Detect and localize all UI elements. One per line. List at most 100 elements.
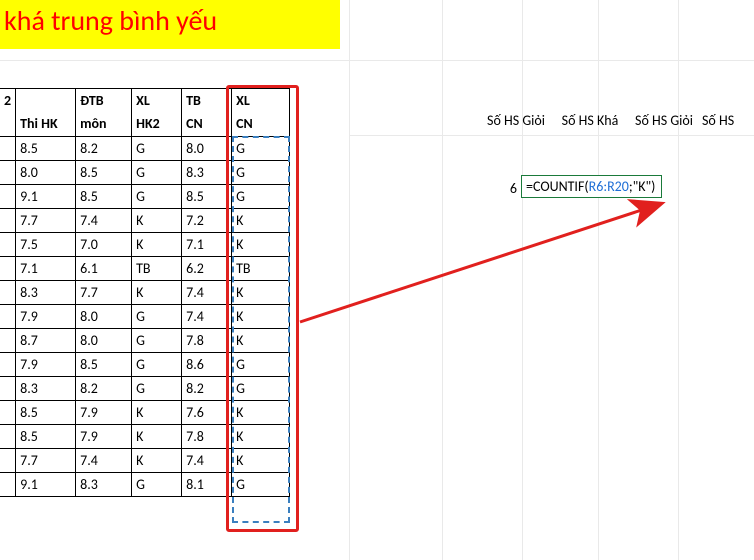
cell[interactable]: 8.0 <box>76 329 132 353</box>
cell[interactable] <box>0 353 16 377</box>
cell[interactable]: K <box>132 233 182 257</box>
cell[interactable]: G <box>132 305 182 329</box>
cell[interactable] <box>0 305 16 329</box>
cell[interactable]: 7.1 <box>16 257 76 281</box>
cell[interactable]: K <box>232 281 290 305</box>
cell[interactable]: 8.0 <box>16 161 76 185</box>
table-row: 8.38.2G8.2G <box>0 377 290 401</box>
cell[interactable]: G <box>132 473 182 497</box>
cell[interactable]: G <box>132 377 182 401</box>
cell[interactable]: 7.6 <box>182 401 232 425</box>
cell[interactable]: 8.3 <box>16 281 76 305</box>
cell[interactable]: 8.6 <box>182 353 232 377</box>
cell[interactable]: 7.7 <box>16 449 76 473</box>
cell[interactable]: G <box>232 473 290 497</box>
cell[interactable]: K <box>132 401 182 425</box>
cell[interactable]: 7.4 <box>182 281 232 305</box>
cell[interactable] <box>0 257 16 281</box>
cell[interactable]: 7.7 <box>76 281 132 305</box>
cell[interactable]: 7.9 <box>16 305 76 329</box>
cell[interactable]: G <box>132 185 182 209</box>
cell[interactable]: G <box>232 353 290 377</box>
cell[interactable] <box>0 425 16 449</box>
cell[interactable] <box>0 449 16 473</box>
cell[interactable]: K <box>232 449 290 473</box>
cell[interactable]: K <box>132 425 182 449</box>
cell[interactable]: 7.7 <box>16 209 76 233</box>
table-row: 7.77.4K7.2K <box>0 209 290 233</box>
cell[interactable]: 8.5 <box>76 185 132 209</box>
cell[interactable]: 8.5 <box>182 185 232 209</box>
cell[interactable]: G <box>132 329 182 353</box>
cell[interactable]: 7.4 <box>182 449 232 473</box>
cell[interactable]: G <box>232 161 290 185</box>
cell[interactable]: 8.5 <box>16 137 76 161</box>
data-table: 2 ĐTB XL TB XL Thi HK môn HK2 CN CN 8.58… <box>0 88 290 497</box>
cell[interactable]: 9.1 <box>16 185 76 209</box>
cell[interactable]: 8.2 <box>76 377 132 401</box>
cell[interactable]: K <box>232 233 290 257</box>
cell[interactable]: 7.9 <box>76 401 132 425</box>
table-row: 8.37.7K7.4K <box>0 281 290 305</box>
cell[interactable]: 7.9 <box>16 353 76 377</box>
cell[interactable]: G <box>132 137 182 161</box>
cell[interactable]: 7.4 <box>182 305 232 329</box>
cell[interactable]: G <box>132 161 182 185</box>
cell[interactable] <box>0 233 16 257</box>
cell[interactable]: K <box>232 329 290 353</box>
cell[interactable]: G <box>232 137 290 161</box>
cell[interactable]: 7.0 <box>76 233 132 257</box>
cell[interactable] <box>0 473 16 497</box>
cell[interactable]: 8.2 <box>76 137 132 161</box>
cell[interactable]: 7.4 <box>76 209 132 233</box>
cell[interactable]: 8.5 <box>16 401 76 425</box>
cell[interactable]: 8.3 <box>16 377 76 401</box>
formula-editing-cell[interactable]: =COUNTIF(R6:R20;"K") <box>521 175 662 198</box>
cell[interactable]: 8.2 <box>182 377 232 401</box>
cell[interactable] <box>0 377 16 401</box>
cell[interactable]: 8.5 <box>16 425 76 449</box>
cell[interactable]: TB <box>232 257 290 281</box>
cell[interactable]: G <box>232 185 290 209</box>
cell[interactable] <box>0 161 16 185</box>
cell[interactable]: K <box>232 305 290 329</box>
cell[interactable]: K <box>232 425 290 449</box>
cell[interactable]: 7.1 <box>182 233 232 257</box>
cell[interactable]: 7.8 <box>182 425 232 449</box>
cell[interactable]: 7.5 <box>16 233 76 257</box>
data-table-wrap: 2 ĐTB XL TB XL Thi HK môn HK2 CN CN 8.58… <box>0 88 290 497</box>
cell[interactable] <box>0 137 16 161</box>
cell[interactable]: 6.1 <box>76 257 132 281</box>
cell[interactable]: 8.3 <box>76 473 132 497</box>
hdr-xlhk2: HK2 <box>132 113 182 137</box>
table-row: 7.57.0K7.1K <box>0 233 290 257</box>
cell[interactable]: K <box>232 209 290 233</box>
cell[interactable]: K <box>132 209 182 233</box>
cell[interactable]: K <box>132 281 182 305</box>
cell[interactable]: G <box>132 353 182 377</box>
cell[interactable] <box>0 185 16 209</box>
cell[interactable]: 7.4 <box>76 449 132 473</box>
cell[interactable]: 8.7 <box>16 329 76 353</box>
cell[interactable] <box>0 401 16 425</box>
cell[interactable] <box>0 209 16 233</box>
cell[interactable]: K <box>132 449 182 473</box>
cell[interactable]: G <box>232 377 290 401</box>
cell[interactable]: 7.2 <box>182 209 232 233</box>
cell[interactable]: 8.5 <box>76 161 132 185</box>
hdr-blank0: 2 <box>0 89 16 113</box>
formula-suffix: ;"K") <box>629 178 656 195</box>
cell[interactable]: 8.1 <box>182 473 232 497</box>
cell[interactable]: 7.8 <box>182 329 232 353</box>
cell[interactable]: 9.1 <box>16 473 76 497</box>
cell[interactable]: 8.5 <box>76 353 132 377</box>
cell[interactable]: 8.0 <box>182 137 232 161</box>
cell[interactable]: K <box>232 401 290 425</box>
cell[interactable]: 7.9 <box>76 425 132 449</box>
cell[interactable]: 8.0 <box>76 305 132 329</box>
cell[interactable]: 6.2 <box>182 257 232 281</box>
cell[interactable] <box>0 281 16 305</box>
cell[interactable] <box>0 329 16 353</box>
cell[interactable]: TB <box>132 257 182 281</box>
cell[interactable]: 8.3 <box>182 161 232 185</box>
